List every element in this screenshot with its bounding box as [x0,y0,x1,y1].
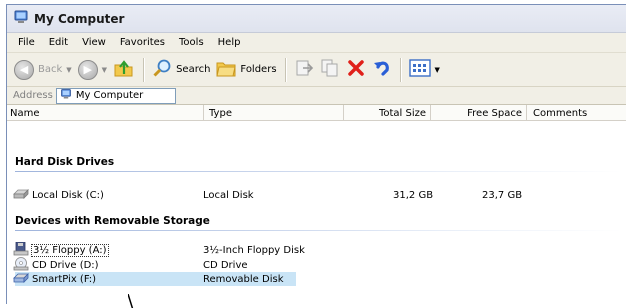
drive-row-floppy-a[interactable]: 3½ Floppy (A:) 3½-Inch Floppy Disk [7,241,626,257]
forward-button[interactable]: ▶ ▼ [75,57,110,83]
toolbar-separator [284,57,286,82]
address-field[interactable]: My Computer [55,87,176,104]
drive-row-cd-d[interactable]: CD Drive (D:) CD Drive [7,256,626,272]
up-folder-button[interactable] [110,57,138,83]
drive-type: 3½-Inch Floppy Disk [203,244,305,256]
menu-file[interactable]: File [11,37,42,48]
menu-bar: File Edit View Favorites Tools Help [7,33,626,53]
column-header-name[interactable]: Name [7,105,204,121]
menu-tools[interactable]: Tools [172,37,211,48]
folders-button[interactable]: Folders [213,57,279,83]
delete-button[interactable] [343,57,369,83]
drive-total-size: 31,2 GB [393,189,434,201]
views-dropdown-icon[interactable]: ▼ [435,66,440,74]
column-header-type[interactable]: Type [204,105,344,121]
toolbar: ◀ Back ▼ ▶ ▼ Search Folders ▼ [7,53,626,87]
group-header-hard-disk-drives: Hard Disk Drives [15,156,115,168]
search-label: Search [176,64,211,75]
forward-dropdown-icon[interactable]: ▼ [102,66,107,74]
views-icon [408,59,431,80]
column-header-name-label: Name [10,107,40,119]
toolbar-separator [143,57,145,82]
back-arrow-icon: ◀ [14,59,34,80]
my-computer-icon [60,88,72,103]
search-magnifier-icon [152,58,172,81]
hard-drive-icon [13,188,29,203]
column-header-free-space-label: Free Space [467,107,522,119]
drive-name-cell: SmartPix (F:) [13,272,96,287]
folders-label: Folders [240,64,277,75]
group-header-removable-storage: Devices with Removable Storage [15,215,210,227]
address-value: My Computer [75,90,144,101]
forward-arrow-icon: ▶ [77,59,98,80]
up-folder-icon [113,58,135,81]
group-divider [15,230,622,231]
drive-name: Local Disk (C:) [32,189,104,201]
menu-edit[interactable]: Edit [42,37,75,48]
drive-type: Removable Disk [203,273,284,285]
drive-name: 3½ Floppy (A:) [31,243,109,257]
copy-to-button[interactable] [317,57,343,83]
my-computer-icon [13,9,29,28]
drive-free-space: 23,7 GB [482,189,523,201]
column-header-comments-label: Comments [533,107,588,119]
delete-x-icon [346,58,366,81]
column-header-comments[interactable]: Comments [527,105,626,121]
annotation-pointer-line [128,294,134,308]
folders-icon [216,59,237,80]
column-headers: Name Type Total Size Free Space Comments [7,105,626,121]
address-label: Address [13,90,53,101]
column-header-total-size-label: Total Size [378,107,426,119]
back-label: Back [38,64,63,75]
group-divider [15,171,622,172]
window-title: My Computer [34,11,125,26]
menu-help[interactable]: Help [211,37,248,48]
drive-name-cell: Local Disk (C:) [13,188,104,203]
column-header-type-label: Type [209,107,232,119]
explorer-window: My Computer File Edit View Favorites Too… [6,4,626,304]
drive-name: CD Drive (D:) [32,259,99,271]
removable-disk-icon [13,272,29,287]
drive-name: SmartPix (F:) [32,273,97,285]
views-button[interactable]: ▼ [406,57,443,83]
undo-button[interactable] [369,57,395,83]
back-dropdown-icon[interactable]: ▼ [66,66,71,74]
menu-favorites[interactable]: Favorites [113,37,172,48]
column-header-total-size[interactable]: Total Size [344,105,431,121]
copy-to-icon [320,58,340,81]
undo-icon [372,58,392,81]
back-button[interactable]: ◀ Back ▼ [11,57,75,83]
drive-type: CD Drive [203,259,248,271]
address-bar: Address My Computer [7,87,626,105]
search-button[interactable]: Search [149,57,213,83]
move-to-icon [294,58,314,81]
column-header-free-space[interactable]: Free Space [431,105,527,121]
drive-row-smartpix-f[interactable]: SmartPix (F:) Removable Disk [13,272,296,287]
title-bar[interactable]: My Computer [7,5,626,33]
toolbar-separator [399,57,401,82]
move-to-button[interactable] [291,57,317,83]
drive-row-local-disk-c[interactable]: Local Disk (C:) Local Disk 31,2 GB 23,7 … [7,188,626,202]
menu-view[interactable]: View [75,37,113,48]
drive-type: Local Disk [203,189,254,201]
